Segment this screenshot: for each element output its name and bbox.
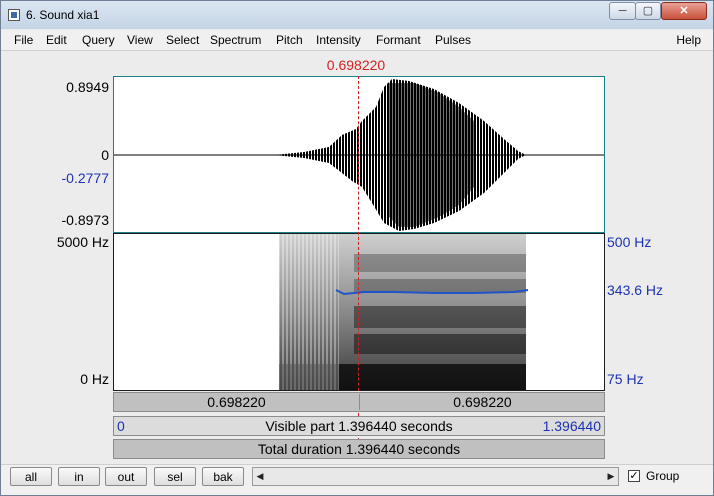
segment-bar[interactable]: 0.698220 0.698220 [113,392,605,412]
visible-part-bar[interactable]: 0 Visible part 1.396440 seconds 1.396440 [113,416,605,436]
spectrogram-freq-max: 5000 Hz [56,234,109,250]
wave-y-zero: 0 [101,147,109,163]
group-checkbox[interactable]: ✓ [628,470,640,482]
cursor-time-label: 0.698220 [326,57,386,73]
horizontal-scrollbar[interactable]: ◀ ▶ [252,467,619,486]
editor-canvas[interactable]: 0.698220 0.8949 0 -0.2777 -0.8973 5000 H… [1,51,713,463]
right-segment-duration[interactable]: 0.698220 [359,394,605,410]
zoom-out-button[interactable]: out [105,467,147,486]
spectrogram-graphic [279,234,529,390]
menu-view[interactable]: View [127,33,153,47]
pitch-bottom-label: 75 Hz [607,371,644,387]
left-segment-duration[interactable]: 0.698220 [114,394,359,410]
wave-y-max: 0.8949 [66,79,109,95]
wave-y-cursor-value: -0.2777 [61,170,109,186]
pitch-value-label: 343.6 Hz [607,282,664,298]
menu-help[interactable]: Help [676,33,701,47]
menu-pulses[interactable]: Pulses [435,33,471,47]
menu-formant[interactable]: Formant [376,33,421,47]
title-bar[interactable]: 6. Sound xia1 ─ ▢ ✕ [1,1,713,29]
scroll-left-icon[interactable]: ◀ [253,468,267,485]
total-duration-bar[interactable]: Total duration 1.396440 seconds [113,439,605,459]
cursor-line [358,76,359,441]
sound-editor-window: 6. Sound xia1 ─ ▢ ✕ File Edit Query View… [0,0,714,496]
menu-select[interactable]: Select [166,33,199,47]
menu-bar: File Edit Query View Select Spectrum Pit… [1,30,713,51]
total-duration-text: Total duration 1.396440 seconds [257,441,461,457]
maximize-button[interactable]: ▢ [635,2,661,20]
pitch-top-label: 500 Hz [607,234,652,250]
spectrogram-panel[interactable] [113,233,605,391]
all-button[interactable]: all [10,467,52,486]
menu-pitch[interactable]: Pitch [276,33,303,47]
menu-file[interactable]: File [14,33,33,47]
visible-end: 1.396440 [542,418,601,434]
visible-part-text: Visible part 1.396440 seconds [265,418,453,434]
zoom-selection-button[interactable]: sel [154,467,196,486]
menu-intensity[interactable]: Intensity [316,33,361,47]
minimize-button[interactable]: ─ [609,2,636,20]
window-title: 6. Sound xia1 [26,8,100,22]
window-icon [8,9,20,21]
menu-spectrum[interactable]: Spectrum [210,33,261,47]
wave-y-min: -0.8973 [61,212,109,228]
menu-query[interactable]: Query [82,33,115,47]
menu-edit[interactable]: Edit [46,33,67,47]
group-label: Group [646,469,680,483]
close-button[interactable]: ✕ [661,2,707,20]
scroll-right-icon[interactable]: ▶ [604,468,618,485]
zoom-back-button[interactable]: bak [202,467,244,486]
zoom-in-button[interactable]: in [58,467,100,486]
waveform-panel[interactable] [113,76,605,233]
waveform-graphic [114,79,604,231]
navigation-bar: all in out sel bak ◀ ▶ ✓ Group [1,464,713,495]
spectrogram-freq-min: 0 Hz [80,371,109,387]
